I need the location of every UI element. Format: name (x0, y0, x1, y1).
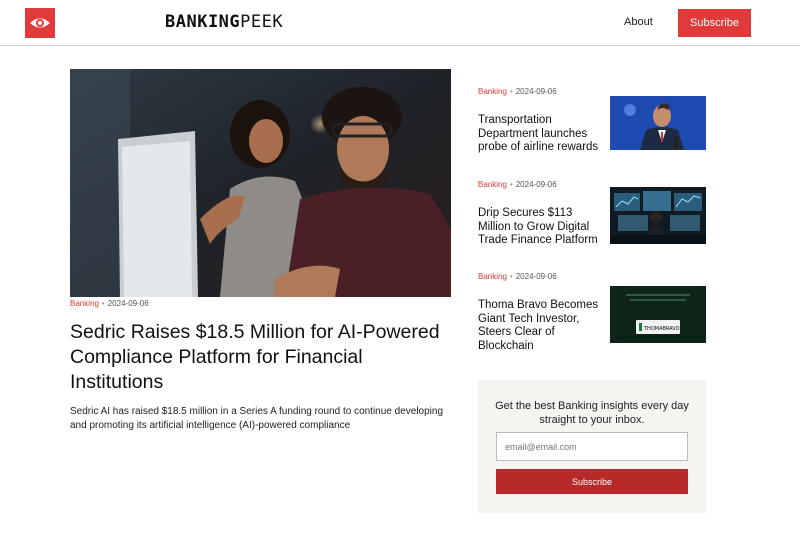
featured-meta: Banking • 2024-09-06 (70, 299, 149, 308)
side-article[interactable]: Banking • 2024-09-06 Thoma Bravo Becomes G… (478, 272, 708, 352)
side-article-title[interactable]: Transportation Department launches probe… (478, 114, 608, 155)
side-article-title[interactable]: Thoma Bravo Becomes Giant Tech Investor,… (478, 299, 608, 353)
site-header: BANKINGPEEK About Subscribe (0, 0, 800, 46)
side-article-meta: Banking • 2024-09-06 (478, 87, 557, 96)
featured-category[interactable]: Banking (70, 299, 99, 308)
newsletter-text: Get the best Banking insights every day … (495, 400, 689, 426)
featured-description: Sedric AI has raised $18.5 million in a … (70, 406, 444, 431)
logo-text: THOMABRAVO (643, 326, 680, 332)
side-article-category[interactable]: Banking (478, 180, 507, 189)
brand-light: PEEK (240, 12, 284, 32)
meta-separator: • (101, 299, 105, 308)
side-article-date: 2024-09-06 (515, 180, 557, 189)
side-article-title[interactable]: Drip Secures $113 Million to Grow Digita… (478, 207, 608, 248)
side-article-thumbnail[interactable] (610, 187, 706, 244)
side-article-category[interactable]: Banking (478, 272, 507, 281)
logo[interactable] (25, 8, 55, 38)
side-article-meta: Banking • 2024-09-06 (478, 272, 557, 281)
meta-separator: • (509, 272, 513, 281)
featured-title[interactable]: Sedric Raises $18.5 Million for AI-Power… (70, 320, 440, 395)
side-article-thumbnail[interactable] (610, 96, 706, 150)
meta-separator: • (509, 87, 513, 96)
trading-screens-photo (610, 187, 706, 244)
side-article-date: 2024-09-06 (515, 272, 557, 281)
nav-about-link[interactable]: About (624, 16, 653, 28)
featured-image[interactable] (70, 69, 451, 297)
thomabravo-logo-photo: THOMABRAVO (610, 286, 706, 343)
side-article-thumbnail[interactable]: THOMABRAVO (610, 286, 706, 343)
side-article[interactable]: Banking • 2024-09-06 Transportation Depart… (478, 87, 708, 153)
newsletter-subscribe-button[interactable]: Subscribe (496, 469, 688, 494)
side-article-meta: Banking • 2024-09-06 (478, 180, 557, 189)
meta-separator: • (509, 180, 513, 189)
side-article[interactable]: Banking • 2024-09-06 Drip Secures $113 Mil… (478, 180, 708, 246)
office-people-photo (70, 69, 451, 297)
side-article-category[interactable]: Banking (478, 87, 507, 96)
newsletter-box: Get the best Banking insights every day … (478, 380, 706, 513)
eye-icon (30, 18, 50, 28)
brand-bold: BANKING (165, 12, 241, 32)
featured-date: 2024-09-06 (107, 299, 149, 308)
side-article-date: 2024-09-06 (515, 87, 557, 96)
email-input[interactable] (496, 432, 688, 461)
header-subscribe-button[interactable]: Subscribe (678, 9, 751, 37)
brand-name[interactable]: BANKINGPEEK (165, 12, 283, 32)
speaker-photo (610, 96, 706, 150)
